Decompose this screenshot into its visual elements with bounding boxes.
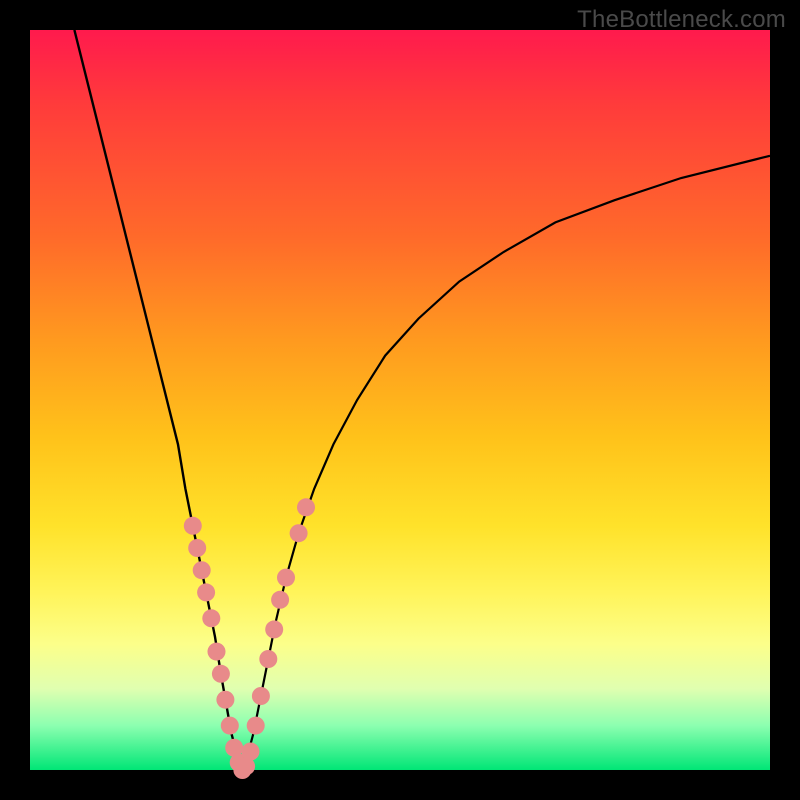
data-marker <box>184 517 202 535</box>
plot-area <box>30 30 770 770</box>
data-marker <box>277 569 295 587</box>
data-marker <box>247 717 265 735</box>
data-marker <box>208 643 226 661</box>
data-markers <box>184 498 315 779</box>
data-marker <box>212 665 230 683</box>
data-marker <box>197 583 215 601</box>
data-marker <box>193 561 211 579</box>
data-marker <box>271 591 289 609</box>
watermark-text: TheBottleneck.com <box>577 6 786 34</box>
data-marker <box>252 687 270 705</box>
data-marker <box>188 539 206 557</box>
data-marker <box>297 498 315 516</box>
data-marker <box>216 691 234 709</box>
chart-svg <box>30 30 770 770</box>
data-marker <box>242 743 260 761</box>
data-marker <box>202 609 220 627</box>
curve-right <box>242 156 770 770</box>
data-marker <box>290 524 308 542</box>
data-marker <box>265 620 283 638</box>
data-marker <box>259 650 277 668</box>
data-marker <box>221 717 239 735</box>
chart-frame: TheBottleneck.com <box>0 0 800 800</box>
